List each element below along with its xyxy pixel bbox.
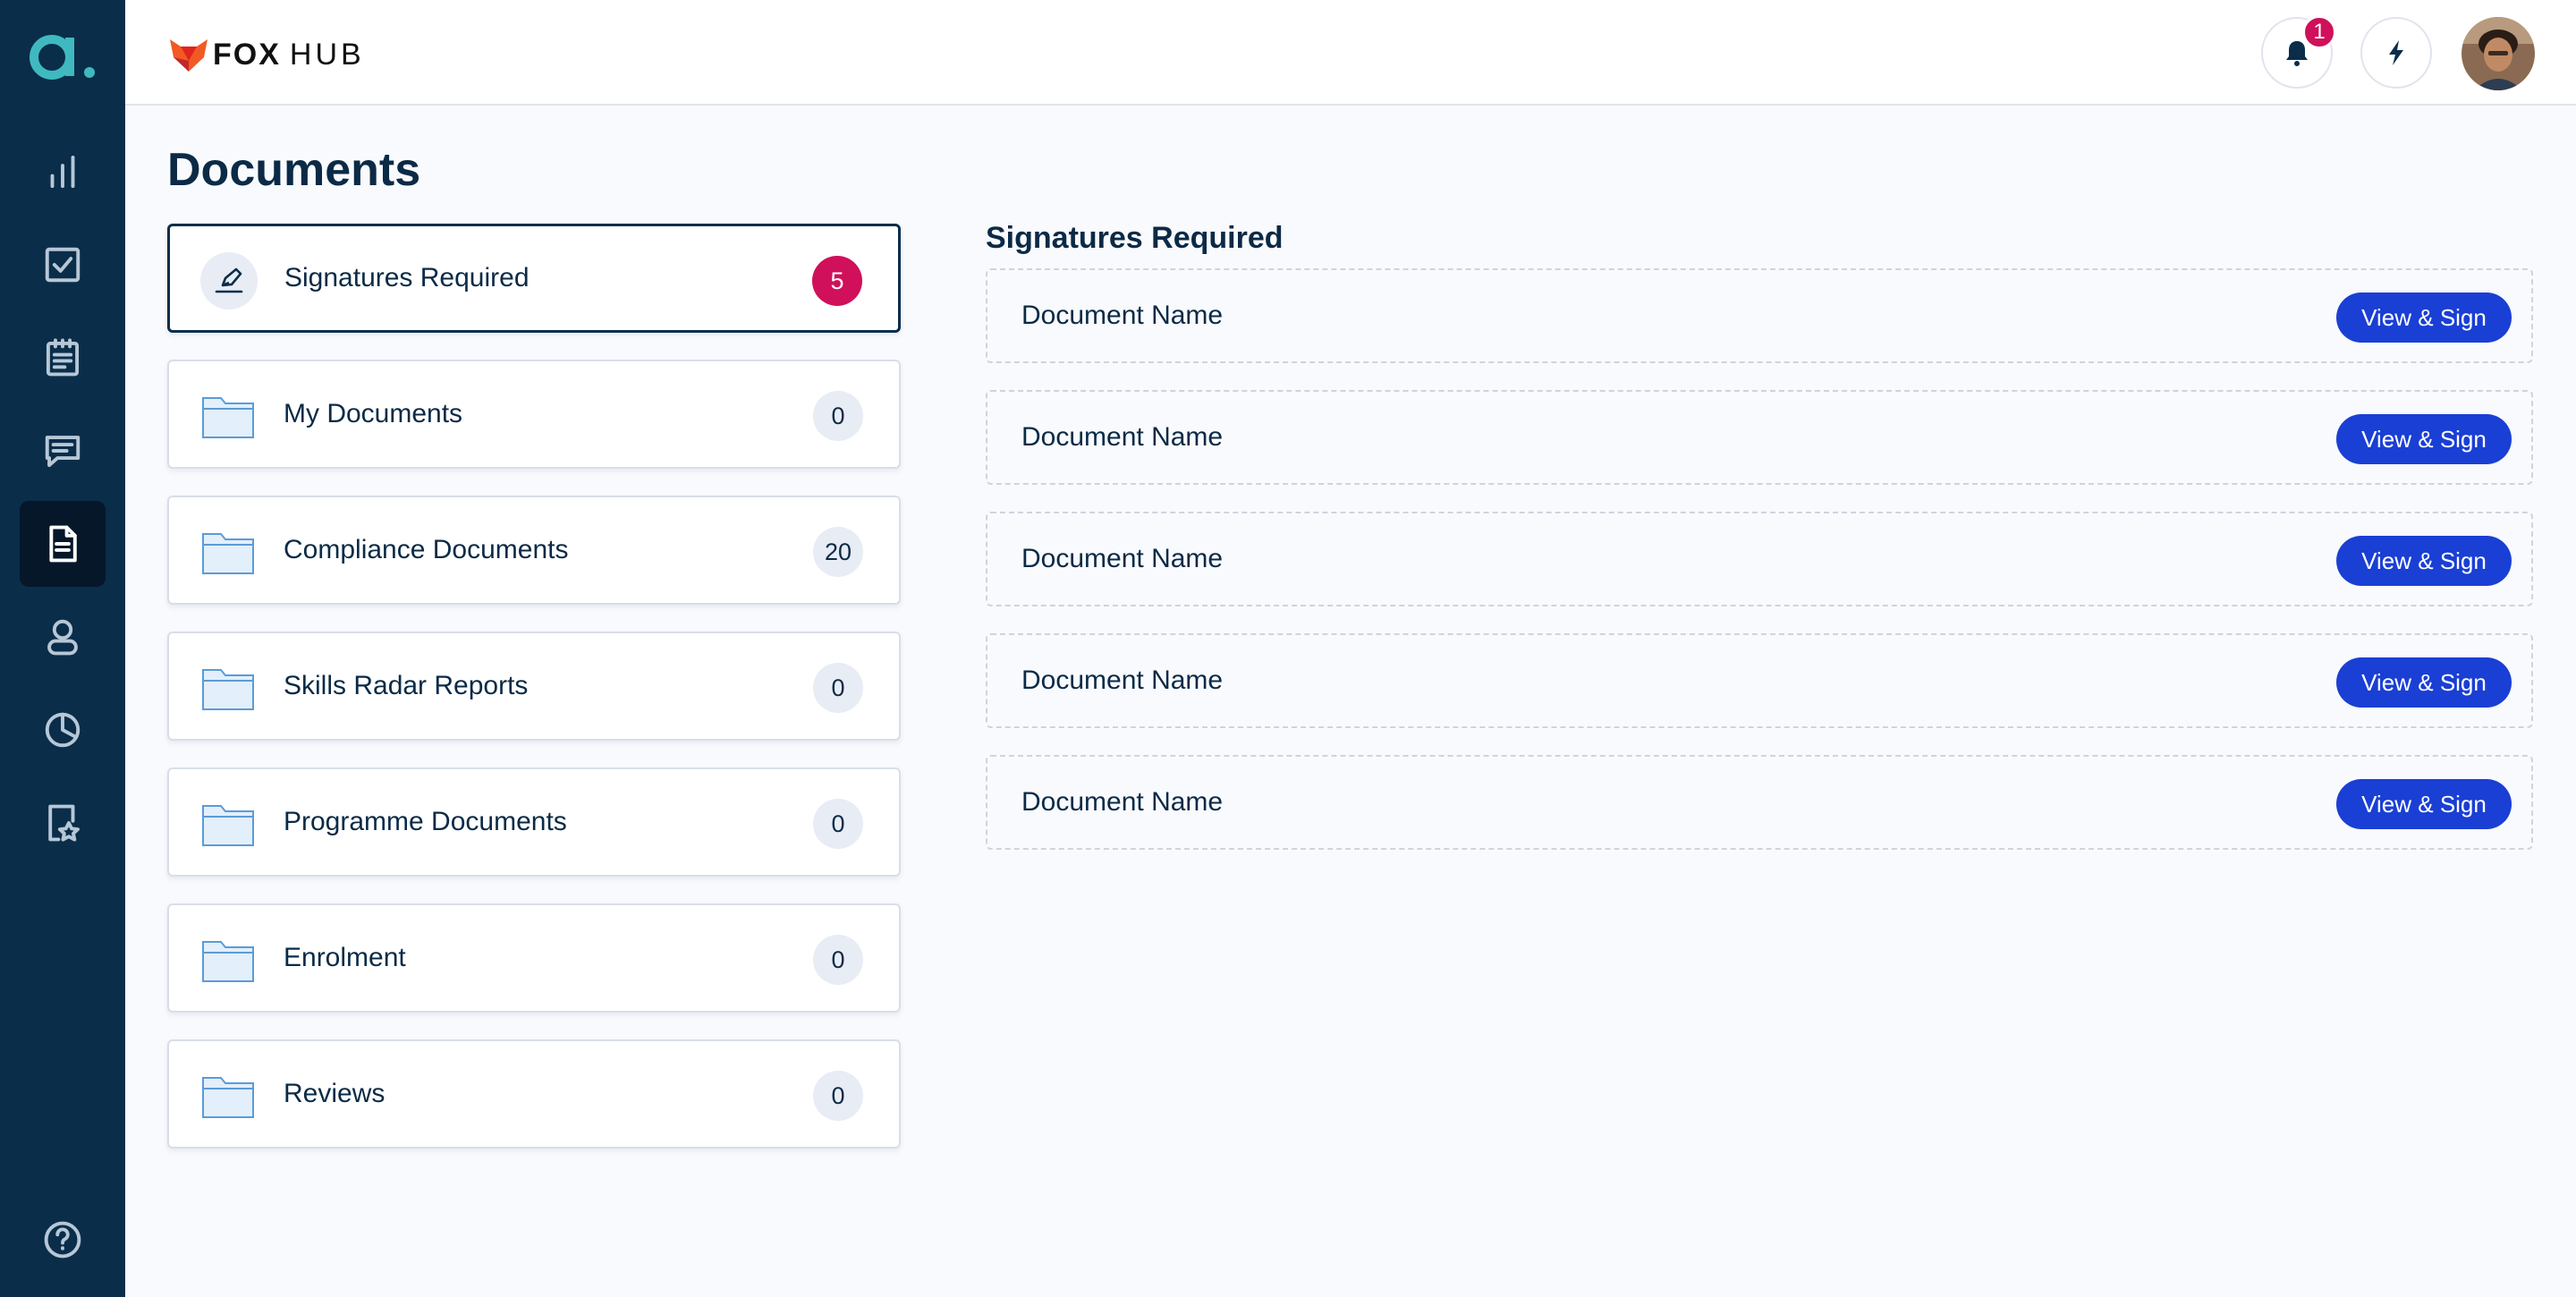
document-name: Document Name <box>1021 665 1224 695</box>
view-sign-button[interactable]: View & Sign <box>2336 536 2512 586</box>
sidebar-item-achievements[interactable] <box>20 780 106 866</box>
brand-name-hub: HUB <box>289 37 365 72</box>
help-icon <box>44 1221 81 1259</box>
brand-name-fox: FOX <box>213 37 281 72</box>
view-sign-button[interactable]: View & Sign <box>2336 414 2512 464</box>
folder-icon <box>202 397 254 438</box>
folder-label: Compliance Documents <box>284 535 569 564</box>
folder-count-badge: 0 <box>813 1071 863 1121</box>
document-row: Document Name View & Sign <box>986 512 2533 606</box>
sidebar-item-analytics[interactable] <box>20 129 106 215</box>
user-avatar[interactable] <box>2462 17 2535 90</box>
folder-compliance-documents[interactable]: Compliance Documents 20 <box>167 496 901 605</box>
quick-actions-button[interactable] <box>2360 17 2432 89</box>
document-name: Document Name <box>1021 301 1224 330</box>
chat-icon <box>45 436 80 468</box>
folder-label: Signatures Required <box>284 263 530 292</box>
folder-signatures-required[interactable]: Signatures Required 5 <box>167 224 901 333</box>
folder-programme-documents[interactable]: Programme Documents 0 <box>167 767 901 877</box>
folder-icon <box>202 941 254 982</box>
app-logo[interactable] <box>27 25 98 88</box>
document-icon <box>49 525 77 563</box>
avatar-image <box>2462 17 2535 90</box>
clipboard-icon <box>46 338 80 377</box>
folder-enrolment[interactable]: Enrolment 0 <box>167 903 901 1013</box>
sidebar <box>0 0 125 1297</box>
page-title: Documents <box>167 144 421 196</box>
document-row: Document Name View & Sign <box>986 268 2533 363</box>
folder-reviews[interactable]: Reviews 0 <box>167 1039 901 1149</box>
sidebar-item-clipboard[interactable] <box>20 315 106 401</box>
folder-skills-radar-reports[interactable]: Skills Radar Reports 0 <box>167 632 901 741</box>
sidebar-item-profile[interactable] <box>20 594 106 680</box>
folder-label: Skills Radar Reports <box>284 671 529 700</box>
notification-count-badge: 1 <box>2302 15 2336 49</box>
folder-my-documents[interactable]: My Documents 0 <box>167 360 901 469</box>
user-icon <box>47 619 78 656</box>
view-sign-button[interactable]: View & Sign <box>2336 779 2512 829</box>
sidebar-item-messages[interactable] <box>20 408 106 494</box>
help-button[interactable] <box>20 1197 106 1283</box>
sidebar-item-documents[interactable] <box>20 501 106 587</box>
bar-chart-icon <box>50 155 75 189</box>
document-row: Document Name View & Sign <box>986 755 2533 850</box>
folder-count-badge: 0 <box>813 935 863 985</box>
folder-icon <box>202 669 254 710</box>
notifications-button[interactable]: 1 <box>2261 15 2336 89</box>
signature-pen-icon <box>215 267 243 293</box>
document-name: Document Name <box>1021 544 1224 573</box>
pie-chart-icon <box>45 712 80 748</box>
sidebar-item-tasks[interactable] <box>20 222 106 308</box>
brand-logo[interactable]: FOX HUB <box>168 32 365 77</box>
document-name: Document Name <box>1021 787 1224 817</box>
view-sign-button[interactable]: View & Sign <box>2336 657 2512 708</box>
folder-count-badge: 0 <box>813 391 863 441</box>
folder-count-badge: 0 <box>813 663 863 713</box>
top-header: FOX HUB 1 <box>125 0 2576 106</box>
folder-label: Reviews <box>284 1079 386 1108</box>
folder-icon <box>202 805 254 846</box>
document-row: Document Name View & Sign <box>986 390 2533 485</box>
view-sign-button[interactable]: View & Sign <box>2336 292 2512 343</box>
document-name: Document Name <box>1021 422 1224 452</box>
folder-label: Enrolment <box>284 943 406 972</box>
folder-count-badge: 5 <box>812 256 862 306</box>
folder-label: Programme Documents <box>284 807 567 836</box>
lightning-icon <box>2389 40 2403 65</box>
checkbox-icon <box>45 247 80 283</box>
folder-count-badge: 0 <box>813 799 863 849</box>
fox-logo-icon <box>170 39 208 72</box>
folder-icon <box>202 1077 254 1118</box>
document-row: Document Name View & Sign <box>986 633 2533 728</box>
folder-label: My Documents <box>284 399 463 428</box>
folder-icon <box>202 533 254 574</box>
sidebar-item-reports[interactable] <box>20 687 106 773</box>
signature-icon-wrap <box>200 252 258 309</box>
badge-star-icon <box>48 804 80 842</box>
signatures-section-title: Signatures Required <box>986 221 1284 255</box>
folder-count-badge: 20 <box>813 527 863 577</box>
